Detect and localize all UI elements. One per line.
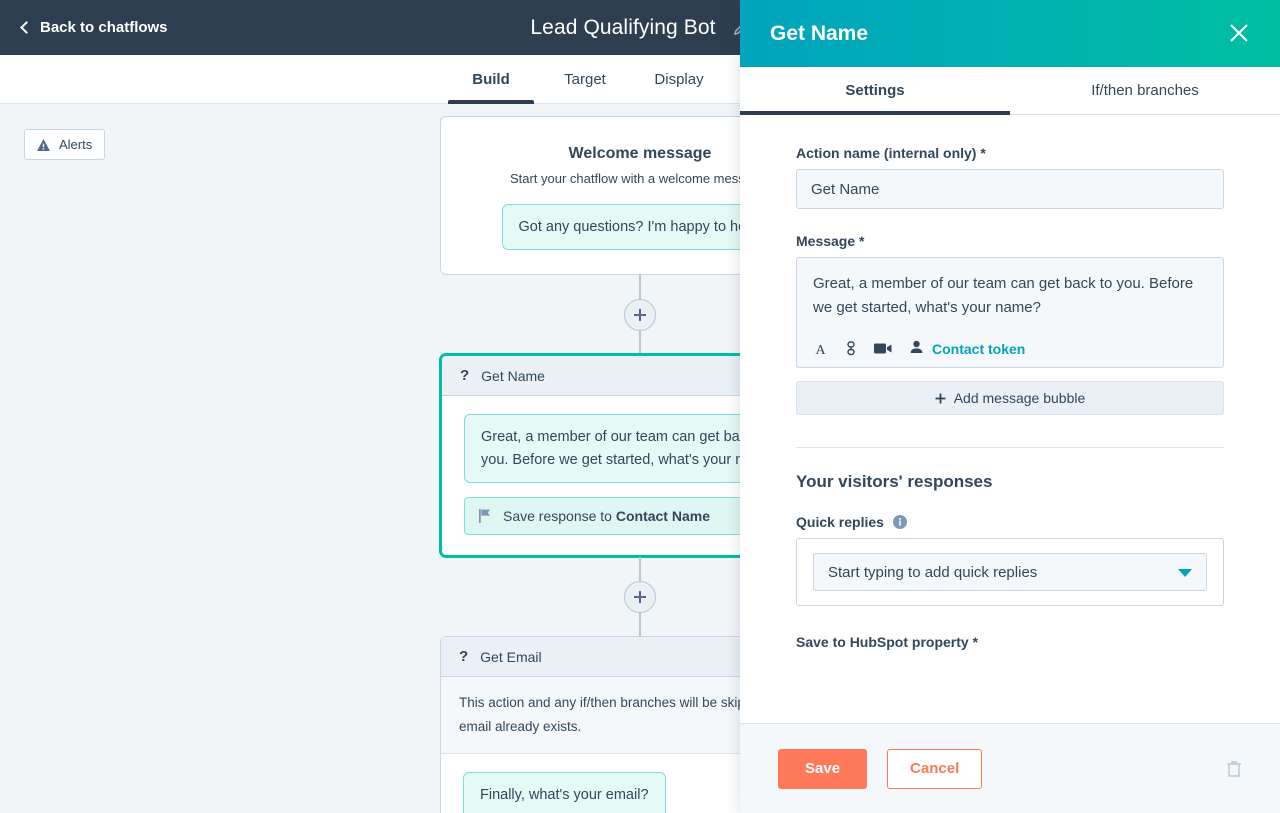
- info-icon[interactable]: [893, 515, 907, 529]
- plus-icon: [633, 590, 647, 604]
- tab-target[interactable]: Target: [538, 55, 632, 104]
- add-action-button-2[interactable]: [624, 581, 656, 613]
- action-settings-panel: Get Name Settings If/then branches Actio…: [740, 0, 1280, 813]
- visitor-responses-heading: Your visitors' responses: [796, 472, 1224, 492]
- tab-settings-label: Settings: [845, 82, 904, 99]
- warning-triangle-icon: [37, 139, 50, 151]
- quick-replies-label-row: Quick replies: [796, 514, 1224, 530]
- link-icon[interactable]: [844, 341, 858, 356]
- contact-person-icon: [910, 340, 923, 357]
- action-name-label: Action name (internal only) *: [796, 145, 1224, 161]
- contact-token-label: Contact token: [932, 341, 1025, 357]
- contact-token-button[interactable]: Contact token: [910, 340, 1025, 357]
- add-message-bubble-button[interactable]: Add message bubble: [796, 381, 1224, 415]
- panel-divider: [796, 447, 1224, 448]
- message-text: Great, a member of our team can get back…: [813, 272, 1207, 320]
- save-property-label: Save to HubSpot property *: [796, 634, 1224, 650]
- panel-title: Get Name: [770, 22, 868, 46]
- question-mark-icon: ?: [460, 367, 469, 384]
- tab-build-label: Build: [472, 71, 510, 88]
- get-email-message-bubble[interactable]: Finally, what's your email?: [463, 772, 666, 813]
- add-message-bubble-label: Add message bubble: [954, 390, 1086, 406]
- panel-header: Get Name: [740, 0, 1280, 67]
- cancel-button[interactable]: Cancel: [887, 749, 982, 789]
- close-icon[interactable]: [1222, 16, 1256, 50]
- tab-ifthen-branches[interactable]: If/then branches: [1010, 67, 1280, 114]
- alerts-button[interactable]: Alerts: [24, 129, 105, 160]
- quick-replies-label: Quick replies: [796, 514, 884, 530]
- plus-icon: [935, 393, 946, 404]
- tab-display-label: Display: [654, 71, 703, 88]
- tab-build[interactable]: Build: [444, 55, 538, 104]
- tab-target-label: Target: [564, 71, 606, 88]
- add-action-button-1[interactable]: [624, 299, 656, 331]
- save-response-target: Contact Name: [616, 508, 710, 524]
- message-toolbar: A: [813, 340, 1207, 357]
- welcome-message-bubble[interactable]: Got any questions? I'm happy to help.: [502, 204, 779, 250]
- flow-title-text: Lead Qualifying Bot: [530, 16, 715, 40]
- flag-icon: [479, 509, 491, 523]
- save-button[interactable]: Save: [778, 749, 867, 789]
- tab-settings[interactable]: Settings: [740, 67, 1010, 114]
- question-mark-icon: ?: [459, 648, 468, 665]
- message-editor[interactable]: Great, a member of our team can get back…: [796, 257, 1224, 368]
- quick-replies-container: Start typing to add quick replies: [796, 538, 1224, 606]
- save-response-text: Save response to Contact Name: [503, 508, 710, 524]
- plus-icon: [633, 308, 647, 322]
- get-email-node-title: Get Email: [480, 649, 541, 665]
- alerts-label: Alerts: [59, 137, 92, 152]
- quick-replies-select[interactable]: Start typing to add quick replies: [813, 553, 1207, 591]
- quick-replies-placeholder: Start typing to add quick replies: [828, 564, 1037, 581]
- trash-icon[interactable]: [1226, 760, 1242, 778]
- chevron-down-icon: [1178, 564, 1192, 581]
- save-response-prefix: Save response to: [503, 508, 612, 524]
- tab-ifthen-label: If/then branches: [1091, 82, 1199, 99]
- app-root: Back to chatflows Lead Qualifying Bot Bu…: [0, 0, 1280, 813]
- tab-display[interactable]: Display: [632, 55, 726, 104]
- video-icon[interactable]: [874, 342, 892, 355]
- panel-footer: Save Cancel: [740, 723, 1280, 813]
- get-name-node-title: Get Name: [481, 368, 545, 384]
- svg-text:A: A: [815, 343, 826, 356]
- message-label: Message *: [796, 233, 1224, 249]
- chatflow-tabs: Build Target Display: [444, 55, 726, 104]
- action-name-input[interactable]: [796, 169, 1224, 209]
- panel-tabs: Settings If/then branches: [740, 67, 1280, 115]
- text-format-icon[interactable]: A: [813, 341, 828, 356]
- panel-body: Action name (internal only) * Message * …: [740, 115, 1280, 723]
